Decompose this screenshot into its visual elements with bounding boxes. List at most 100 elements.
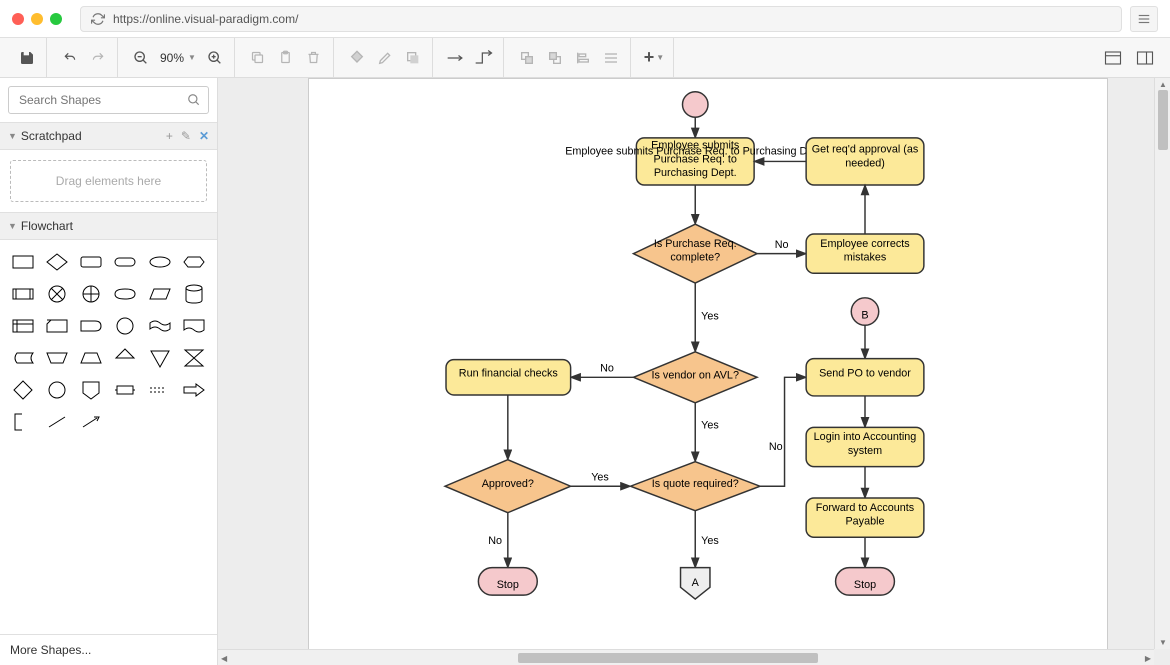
vscroll-thumb[interactable] — [1158, 90, 1168, 150]
align-button[interactable] — [570, 45, 596, 71]
plus-icon: + — [644, 47, 655, 68]
more-shapes-button[interactable]: More Shapes... — [0, 634, 217, 665]
scratchpad-header[interactable]: ▼ Scratchpad + ✎ ✕ — [0, 122, 217, 150]
arrow-icon — [446, 51, 466, 65]
shape-internal-storage[interactable] — [8, 312, 38, 340]
refresh-icon[interactable] — [91, 12, 105, 26]
shape-sort[interactable] — [110, 344, 140, 372]
horizontal-scrollbar[interactable]: ◀ ▶ — [218, 649, 1154, 665]
maximize-window-icon[interactable] — [50, 13, 62, 25]
node-text: Is vendor on AVL? — [649, 369, 741, 381]
shape-arrow[interactable] — [179, 376, 209, 404]
flowchart-header[interactable]: ▼ Flowchart — [0, 212, 217, 240]
shape-data[interactable] — [110, 280, 140, 308]
shape-transfer[interactable] — [145, 376, 175, 404]
browser-titlebar: https://online.visual-paradigm.com/ — [0, 0, 1170, 38]
to-back-button[interactable] — [542, 45, 568, 71]
close-window-icon[interactable] — [12, 13, 24, 25]
shape-subprocess[interactable] — [8, 280, 38, 308]
shape-rounded-rect[interactable] — [76, 248, 106, 276]
connection-style-button[interactable] — [443, 45, 469, 71]
delete-button[interactable] — [301, 45, 327, 71]
shape-hexagon[interactable] — [179, 248, 209, 276]
search-input[interactable] — [8, 86, 209, 114]
minimize-window-icon[interactable] — [31, 13, 43, 25]
shape-or[interactable] — [76, 280, 106, 308]
main-area: ▼ Scratchpad + ✎ ✕ Drag elements here ▼ … — [0, 78, 1170, 665]
vertical-scrollbar[interactable]: ▲ ▼ — [1154, 78, 1170, 649]
scratchpad-close-icon[interactable]: ✕ — [199, 129, 209, 143]
format-panel-button[interactable] — [1100, 45, 1126, 71]
undo-button[interactable] — [57, 45, 83, 71]
copy-button[interactable] — [245, 45, 271, 71]
scratchpad-edit-icon[interactable]: ✎ — [181, 129, 191, 143]
shape-stored-data[interactable] — [8, 344, 38, 372]
shape-offpage[interactable] — [76, 376, 106, 404]
shape-manual-op[interactable] — [76, 344, 106, 372]
node-text: Employee corrects mistakes — [809, 238, 921, 265]
shape-circle[interactable] — [110, 312, 140, 340]
edge-label: Yes — [591, 471, 609, 483]
shape-display[interactable] — [110, 376, 140, 404]
shape-arrow-line[interactable] — [76, 408, 106, 436]
fill-color-button[interactable] — [344, 45, 370, 71]
line-color-button[interactable] — [372, 45, 398, 71]
search-icon[interactable] — [187, 93, 201, 107]
scroll-left-icon[interactable]: ◀ — [221, 654, 227, 663]
shape-tape[interactable] — [145, 312, 175, 340]
redo-icon — [90, 51, 106, 65]
outline-panel-button[interactable] — [1132, 45, 1158, 71]
scroll-right-icon[interactable]: ▶ — [1145, 654, 1151, 663]
shadow-button[interactable] — [400, 45, 426, 71]
zoom-in-button[interactable] — [202, 45, 228, 71]
shape-diamond[interactable] — [42, 248, 72, 276]
scratchpad-dropzone[interactable]: Drag elements here — [10, 160, 207, 202]
collapse-icon: ▼ — [8, 221, 17, 231]
edge[interactable] — [760, 377, 806, 486]
shape-rectangle[interactable] — [8, 248, 38, 276]
url-bar[interactable]: https://online.visual-paradigm.com/ — [80, 6, 1122, 32]
zoom-out-button[interactable] — [128, 45, 154, 71]
waypoint-style-button[interactable] — [471, 45, 497, 71]
to-front-icon — [519, 50, 535, 66]
shape-document[interactable] — [179, 312, 209, 340]
shape-ellipse[interactable] — [145, 248, 175, 276]
chevron-down-icon: ▼ — [188, 53, 196, 62]
shape-merge[interactable] — [145, 344, 175, 372]
diagram-paper[interactable]: Employee submits Purchase Req. to Purcha… — [308, 78, 1108, 665]
scroll-up-icon[interactable]: ▲ — [1159, 80, 1167, 89]
scroll-down-icon[interactable]: ▼ — [1159, 638, 1167, 647]
zoom-level-dropdown[interactable]: 90% ▼ — [156, 51, 200, 65]
shape-connector[interactable] — [42, 280, 72, 308]
shape-diamond2[interactable] — [8, 376, 38, 404]
shapes-sidebar: ▼ Scratchpad + ✎ ✕ Drag elements here ▼ … — [0, 78, 218, 665]
shape-line[interactable] — [42, 408, 72, 436]
pencil-icon — [377, 50, 393, 66]
shape-cylinder[interactable] — [179, 280, 209, 308]
hscroll-thumb[interactable] — [518, 653, 818, 663]
node-start[interactable] — [682, 92, 708, 118]
save-button[interactable] — [14, 45, 40, 71]
align-icon — [575, 50, 591, 66]
shape-card[interactable] — [42, 312, 72, 340]
zoom-value: 90% — [160, 51, 184, 65]
menu-button[interactable] — [1130, 6, 1158, 32]
shape-circle2[interactable] — [42, 376, 72, 404]
distribute-button[interactable] — [598, 45, 624, 71]
shape-trapezoid[interactable] — [42, 344, 72, 372]
shape-terminator[interactable] — [110, 248, 140, 276]
window-controls — [12, 13, 62, 25]
shape-parallelogram[interactable] — [145, 280, 175, 308]
node-text: Is Purchase Req. complete? — [645, 238, 745, 265]
shape-collate[interactable] — [179, 344, 209, 372]
redo-button[interactable] — [85, 45, 111, 71]
insert-button[interactable]: +▼ — [641, 45, 667, 71]
shape-palette — [0, 240, 217, 634]
shape-annotation[interactable] — [8, 408, 38, 436]
waypoint-icon — [474, 50, 494, 66]
paste-button[interactable] — [273, 45, 299, 71]
scratchpad-add-icon[interactable]: + — [166, 129, 173, 143]
shape-delay[interactable] — [76, 312, 106, 340]
to-front-button[interactable] — [514, 45, 540, 71]
canvas[interactable]: Employee submits Purchase Req. to Purcha… — [218, 78, 1170, 665]
